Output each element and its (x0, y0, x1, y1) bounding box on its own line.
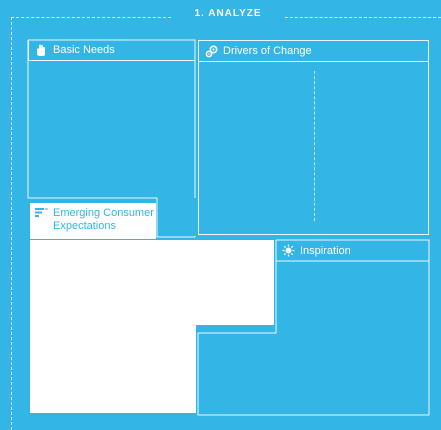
inspiration-panel: Inspiration (276, 240, 429, 415)
burst-icon (281, 244, 295, 258)
inspiration-header: Inspiration (276, 240, 429, 261)
gears-icon (204, 44, 218, 58)
flag-icon (35, 207, 49, 221)
basic-needs-header: Basic Needs (28, 40, 195, 61)
basic-needs-label: Basic Needs (53, 44, 115, 56)
basic-needs-panel: Basic Needs (28, 40, 195, 198)
frame-top-left-dash (11, 17, 171, 18)
emerging-label-line1: Emerging Consumer (53, 207, 154, 219)
drivers-of-change-panel: Drivers of Change (198, 40, 429, 235)
drivers-of-change-label: Drivers of Change (223, 45, 312, 57)
emerging-label-line2: Expectations (53, 220, 116, 232)
frame-top-right-dash (285, 17, 441, 18)
inspiration-label: Inspiration (300, 244, 351, 257)
emerging-area-lower (30, 325, 196, 413)
section-title: 1. ANALYZE (194, 8, 262, 19)
hand-icon (34, 43, 48, 57)
drivers-of-change-header: Drivers of Change (199, 41, 428, 62)
drivers-divider-line (314, 71, 315, 221)
emerging-consumer-expectations-label: Emerging Consumer Expectations (30, 203, 156, 239)
emerging-area-upper (30, 240, 274, 325)
frame-left-dash (11, 17, 12, 430)
